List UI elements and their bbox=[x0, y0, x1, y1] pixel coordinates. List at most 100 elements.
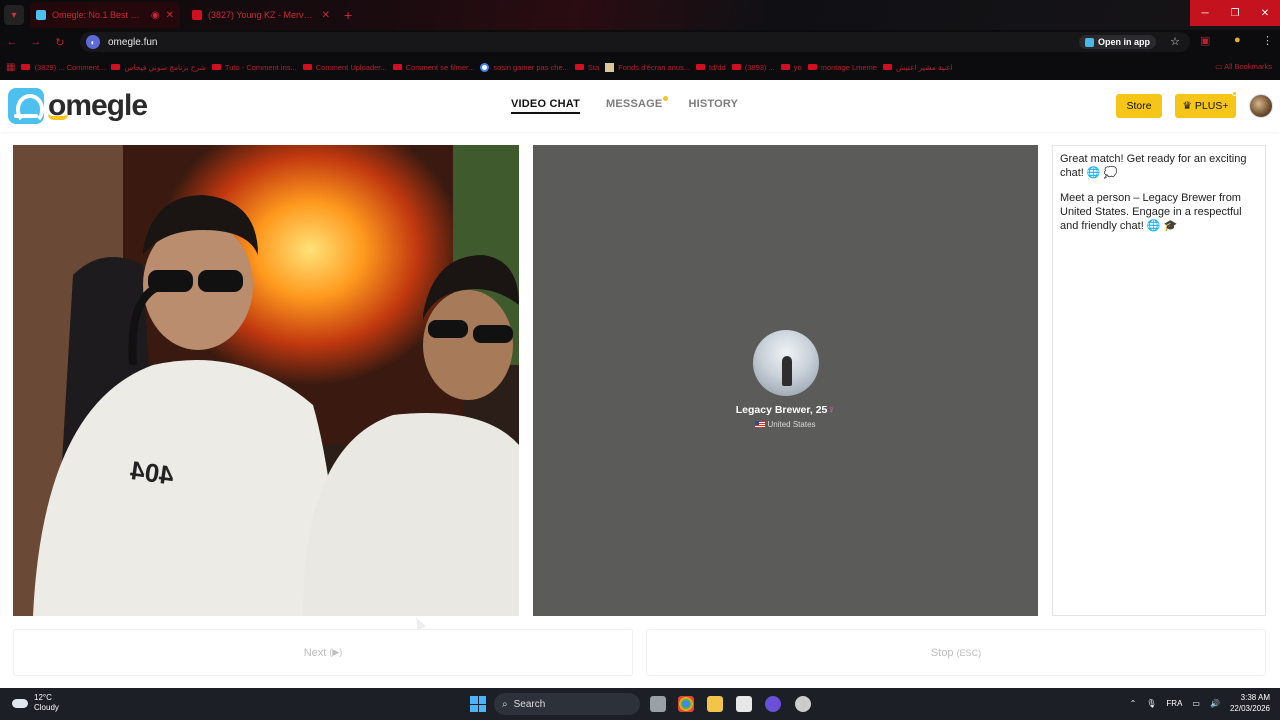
browser-tab-youtube[interactable]: (3827) Young KZ - Merveh Kifn ✕ bbox=[186, 2, 336, 28]
stop-label: Stop bbox=[930, 646, 954, 659]
remote-name-text: Legacy Brewer, 25 bbox=[735, 404, 828, 416]
bookmark-item[interactable]: (3893) ... bbox=[731, 62, 775, 72]
app-icon[interactable] bbox=[795, 696, 811, 712]
open-in-app-button[interactable]: Open in app bbox=[1078, 35, 1156, 49]
bookmark-label: Tuto - Comment ins... bbox=[224, 62, 297, 72]
app-icon[interactable] bbox=[765, 696, 781, 712]
system-message: Great match! Get ready for an exciting c… bbox=[1060, 153, 1247, 179]
remote-video: Legacy Brewer, 25♀ United States bbox=[533, 145, 1038, 616]
omegle-logo[interactable]: omegle bbox=[8, 88, 148, 124]
bookmark-star-icon[interactable]: ☆ bbox=[1170, 35, 1180, 48]
bookmark-item[interactable]: td/dd bbox=[696, 63, 726, 72]
url-text[interactable]: omegle.fun bbox=[108, 37, 157, 48]
close-window-icon[interactable]: ✕ bbox=[1250, 0, 1280, 26]
nav-history[interactable]: HISTORY bbox=[688, 98, 738, 114]
omegle-favicon-icon bbox=[36, 10, 46, 20]
profile-icon[interactable]: ● bbox=[1234, 34, 1241, 46]
search-icon: ⌕ bbox=[502, 698, 508, 710]
close-tab-icon[interactable]: ✕ bbox=[166, 10, 174, 21]
microphone-icon[interactable]: 🎙 bbox=[1146, 699, 1156, 708]
bookmark-label: Comment se filmer... bbox=[405, 62, 475, 72]
youtube-favicon-icon bbox=[192, 10, 202, 20]
volume-icon[interactable]: 🔊 bbox=[1210, 699, 1220, 708]
system-message: Meet a person – Legacy Brewer from Unite… bbox=[1060, 192, 1242, 232]
bookmark-item[interactable]: Tuto - Comment ins... bbox=[211, 62, 297, 72]
bookmark-label: Fonds d'écran anus... bbox=[618, 62, 691, 72]
apps-grid-icon[interactable]: ▦ bbox=[6, 62, 15, 73]
hostinger-icon bbox=[605, 62, 615, 72]
next-shortcut: (▶) bbox=[329, 647, 343, 657]
clock[interactable]: 3:38 AM 22/03/2026 bbox=[1230, 692, 1270, 714]
bookmark-label: td/dd bbox=[709, 62, 726, 72]
task-view-icon[interactable] bbox=[650, 696, 666, 712]
all-bookmarks-label: All Bookmarks bbox=[1224, 62, 1272, 71]
notification-dot bbox=[663, 96, 669, 101]
bookmark-item[interactable]: sosin gamer pas che... bbox=[480, 62, 569, 72]
bookmark-label: شرح برنامج سوني فيجاس bbox=[124, 62, 206, 72]
search-label: Search bbox=[513, 698, 546, 710]
minimize-icon[interactable]: ─ bbox=[1190, 0, 1220, 26]
app-icon bbox=[1084, 37, 1094, 47]
network-icon[interactable]: ▭ bbox=[1192, 699, 1200, 708]
language-indicator[interactable]: FRA bbox=[1166, 699, 1182, 708]
restore-icon[interactable]: ❐ bbox=[1220, 0, 1250, 26]
stop-button[interactable]: Stop (ESC) bbox=[646, 629, 1266, 676]
windows-start-icon[interactable] bbox=[470, 696, 486, 712]
omegle-logo-icon bbox=[8, 88, 44, 124]
new-tab-icon[interactable]: + bbox=[344, 7, 352, 23]
stop-shortcut: (ESC) bbox=[956, 647, 982, 658]
bookmark-item[interactable]: yo bbox=[780, 62, 802, 72]
nav-message[interactable]: MESSAGE bbox=[606, 96, 669, 114]
tab-search-icon[interactable]: ▾ bbox=[4, 5, 24, 25]
youtube-icon bbox=[807, 64, 817, 70]
next-button[interactable]: Next (▶) bbox=[13, 629, 633, 676]
store-app-icon[interactable] bbox=[736, 696, 752, 712]
back-arrow-icon[interactable]: ← bbox=[0, 36, 24, 48]
system-tray: ⌃ 🎙 FRA ▭ 🔊 3:38 AM 22/03/2026 bbox=[1130, 692, 1270, 714]
weather-widget[interactable]: 12°C Cloudy bbox=[12, 693, 59, 713]
windows-taskbar: 12°C Cloudy ⌕ Search ⌃ 🎙 FRA ▭ 🔊 3:38 AM… bbox=[0, 688, 1280, 720]
weather-temp: 12°C bbox=[34, 693, 52, 702]
chrome-icon[interactable] bbox=[678, 696, 694, 712]
menu-kebab-icon[interactable]: ⋮ bbox=[1262, 34, 1273, 47]
logo-wordmark: omegle bbox=[48, 89, 148, 123]
extension-icon[interactable]: ▣ bbox=[1200, 34, 1210, 47]
bookmark-item[interactable]: (3829) ... Comment... bbox=[21, 63, 105, 72]
bookmark-item[interactable]: Fonds d'écran anus... bbox=[605, 62, 691, 72]
file-explorer-icon[interactable] bbox=[707, 696, 723, 712]
user-avatar[interactable] bbox=[1249, 94, 1273, 118]
bookmark-label: yo bbox=[793, 62, 802, 72]
chat-panel: Great match! Get ready for an exciting c… bbox=[1052, 145, 1266, 616]
all-bookmarks-link[interactable]: ▭ All Bookmarks bbox=[1215, 62, 1272, 71]
weather-desc: Cloudy bbox=[34, 703, 59, 712]
plus-button[interactable]: ♛ PLUS+ bbox=[1175, 91, 1237, 118]
remote-country-text: United States bbox=[767, 420, 816, 429]
site-info-icon[interactable]: ◐ bbox=[86, 35, 100, 49]
tab-title: Omegle: No.1 Best Rando... bbox=[52, 10, 145, 20]
forward-arrow-icon[interactable]: → bbox=[24, 36, 48, 48]
youtube-icon bbox=[392, 64, 402, 70]
browser-tab-omegle[interactable]: Omegle: No.1 Best Rando... ◉ ✕ bbox=[30, 2, 180, 28]
bookmark-item[interactable]: شرح برنامج سوني فيجاس bbox=[111, 63, 206, 72]
nav-video-chat[interactable]: VIDEO CHAT bbox=[511, 98, 581, 114]
bookmark-label: اغنية مشير اعتيش bbox=[895, 62, 953, 72]
browser-tabbar: ▾ Omegle: No.1 Best Rando... ◉ ✕ (3827) … bbox=[0, 0, 1280, 30]
bookmark-item[interactable]: اغنية مشير اعتيش bbox=[882, 62, 953, 72]
bookmark-item[interactable]: montage Lmeme bbox=[807, 63, 877, 72]
store-button[interactable]: Store bbox=[1116, 94, 1162, 118]
plus-label: PLUS+ bbox=[1194, 100, 1229, 112]
close-tab-icon[interactable]: ✕ bbox=[322, 10, 330, 21]
bookmark-item[interactable]: Sta bbox=[574, 63, 599, 72]
chevron-up-icon[interactable]: ⌃ bbox=[1130, 699, 1137, 708]
youtube-icon bbox=[211, 64, 221, 70]
reload-icon[interactable]: ↻ bbox=[48, 36, 72, 49]
bookmark-item[interactable]: Comment Uploader... bbox=[302, 63, 387, 72]
bookmark-label: (3893) ... bbox=[744, 62, 775, 72]
youtube-icon bbox=[882, 64, 892, 70]
female-icon: ♀ bbox=[827, 404, 836, 416]
local-video: 404 bbox=[13, 145, 519, 616]
omnibox[interactable]: ◐ omegle.fun Open in app ☆ bbox=[80, 32, 1190, 52]
taskbar-search[interactable]: ⌕ Search bbox=[494, 693, 640, 715]
bookmark-item[interactable]: Comment se filmer... bbox=[392, 62, 475, 72]
nav-message-label: MESSAGE bbox=[606, 98, 663, 110]
